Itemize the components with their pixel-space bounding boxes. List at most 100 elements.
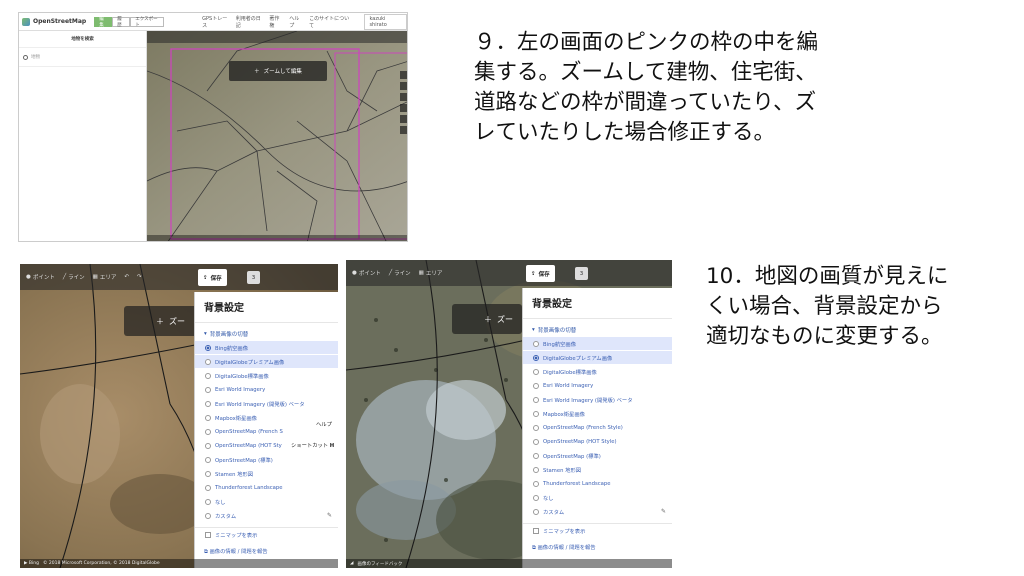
- background-option-osm-french[interactable]: OpenStreetMap (French Style): [523, 421, 672, 435]
- nav-diaries[interactable]: 利用者の日記: [236, 15, 264, 29]
- zoom-in-icon[interactable]: [400, 71, 407, 79]
- pencil-icon[interactable]: ✎: [661, 508, 666, 515]
- point-tool-label: ポイント: [358, 271, 381, 277]
- help-icon[interactable]: [400, 126, 407, 134]
- osm-sidebar: 地物を検索 地物: [19, 31, 147, 241]
- radio-icon: [533, 410, 539, 417]
- background-option-thunderforest[interactable]: Thunderforest Landscape: [523, 477, 672, 491]
- point-icon: ●: [352, 270, 357, 276]
- background-option-none[interactable]: なし: [195, 495, 338, 509]
- option-label: なし: [543, 495, 554, 502]
- option-label: Esri World Imagery (開発版) ベータ: [215, 401, 305, 408]
- background-option-osm-standard[interactable]: OpenStreetMap (標準): [195, 453, 338, 467]
- minimap-toggle[interactable]: ミニマップを表示: [195, 527, 338, 541]
- radio-icon: [205, 386, 211, 393]
- checkbox-icon: [533, 527, 539, 534]
- nav-about[interactable]: このサイトについて: [309, 15, 350, 29]
- background-option-thunderforest[interactable]: Thunderforest Landscape: [195, 481, 338, 495]
- radio-icon: [533, 368, 539, 375]
- background-icon[interactable]: [400, 104, 407, 112]
- background-option-esri[interactable]: Esri World Imagery: [523, 379, 672, 393]
- undo-button[interactable]: ↶: [124, 274, 129, 280]
- pencil-icon[interactable]: ✎: [327, 512, 332, 519]
- nav-help[interactable]: ヘルプ: [289, 15, 303, 29]
- point-tool-label: ポイント: [32, 275, 55, 281]
- background-option-osm-hot[interactable]: OpenStreetMap (HOT Style): [523, 435, 672, 449]
- background-option-osm-standard[interactable]: OpenStreetMap (標準): [523, 449, 672, 463]
- step-9-caption: ９．左の画面のピンクの枠の中を編 集する。ズームして建物、住宅街、 道路などの枠…: [474, 28, 818, 148]
- background-option-esri-beta[interactable]: Esri World Imagery (開発版) ベータ: [523, 393, 672, 407]
- radio-icon: [533, 354, 539, 361]
- shortcut-label: ショートカット: [291, 443, 329, 449]
- radio-icon: [205, 372, 211, 379]
- background-option-custom[interactable]: カスタム ✎: [195, 509, 338, 523]
- background-option-none[interactable]: なし: [523, 491, 672, 505]
- background-option-custom[interactable]: カスタム ✎: [523, 505, 672, 519]
- zoom-to-edit-banner[interactable]: ＋ ズー: [452, 304, 522, 334]
- history-button[interactable]: 履歴: [112, 16, 131, 28]
- option-label: OpenStreetMap (標準): [543, 453, 601, 460]
- attribution-bar-top: [147, 235, 407, 241]
- option-label: DigitalGlobe標準画像: [215, 373, 269, 380]
- background-option-bing[interactable]: Bing航空画像: [523, 337, 672, 351]
- geolocate-icon[interactable]: [400, 93, 407, 101]
- background-section-toggle[interactable]: ▾ 背景画像の切替: [523, 319, 672, 337]
- add-area-tool[interactable]: ▦ エリア: [93, 273, 117, 281]
- radio-icon: [205, 428, 211, 435]
- help-tooltip: ヘルプ: [316, 422, 332, 428]
- edit-button[interactable]: 編集: [94, 16, 113, 28]
- option-label: Bing航空画像: [543, 341, 577, 348]
- report-imagery-link[interactable]: ⧉ 画像の情報 / 問題を報告: [523, 537, 672, 558]
- add-point-tool[interactable]: ● ポイント: [352, 269, 381, 277]
- save-button[interactable]: ⇪ 保存: [198, 269, 227, 286]
- background-option-dg-premium[interactable]: DigitalGlobeプレミアム画像: [523, 351, 672, 365]
- option-label: Thunderforest Landscape: [543, 480, 611, 487]
- add-line-tool[interactable]: ╱ ライン: [389, 269, 411, 277]
- background-section-toggle[interactable]: ▾ 背景画像の切替: [195, 323, 338, 341]
- step-10-caption: 10．地図の画質が見えに くい場合、背景設定から 適切なものに変更する。: [706, 262, 948, 352]
- radio-icon: [205, 470, 211, 477]
- osm-mode-buttons: 編集 履歴 エクスポート: [94, 16, 165, 28]
- save-button[interactable]: ⇪ 保存: [526, 265, 555, 282]
- nav-gps-traces[interactable]: GPSトレース: [202, 15, 230, 29]
- user-menu[interactable]: kazuki shirato: [364, 13, 407, 30]
- background-option-dg-standard[interactable]: DigitalGlobe標準画像: [523, 365, 672, 379]
- feature-search-input[interactable]: 地物: [19, 48, 146, 67]
- zoom-to-edit-banner[interactable]: ＋ ズームして編集: [229, 61, 327, 81]
- zoom-to-edit-banner[interactable]: ＋ ズー: [124, 306, 198, 336]
- redo-button[interactable]: ↷: [137, 274, 142, 280]
- plus-icon: ＋: [254, 69, 260, 75]
- add-area-tool[interactable]: ▦ エリア: [419, 269, 443, 277]
- radio-icon: [205, 512, 211, 519]
- search-placeholder: 地物: [31, 55, 40, 60]
- background-option-dg-premium[interactable]: DigitalGlobeプレミアム画像: [195, 355, 338, 369]
- zoom-banner-label: ズー: [169, 316, 185, 326]
- bing-logo-icon: ▶ Bing: [24, 561, 39, 566]
- zoom-out-icon[interactable]: [400, 82, 407, 90]
- edit-toolbar-left: ● ポイント ╱ ライン ▦ エリア ↶ ↷: [20, 264, 338, 290]
- add-line-tool[interactable]: ╱ ライン: [63, 273, 85, 281]
- background-option-mapbox[interactable]: Mapbox衛星画像: [523, 407, 672, 421]
- osm-logo[interactable]: OpenStreetMap: [22, 17, 86, 26]
- background-settings-panel: 背景設定 ▾ 背景画像の切替 Bing航空画像 DigitalGlobeプレミア…: [522, 288, 672, 568]
- background-option-stamen[interactable]: Stamen 地形図: [195, 467, 338, 481]
- shortcut-key: H: [329, 443, 335, 449]
- map-view-top[interactable]: ＋ ズームして編集: [147, 31, 407, 241]
- background-settings-screenshot-left: ● ポイント ╱ ライン ▦ エリア ↶ ↷ ⇪ 保存 3 ＋ ズー 背景設定 ▾ 背…: [20, 264, 338, 568]
- add-point-tool[interactable]: ● ポイント: [26, 273, 55, 281]
- panel-title: 背景設定: [195, 292, 338, 323]
- background-option-esri[interactable]: Esri World Imagery: [195, 383, 338, 397]
- background-option-esri-beta[interactable]: Esri World Imagery (開発版) ベータ: [195, 397, 338, 411]
- osm-screenshot-top: OpenStreetMap 編集 履歴 エクスポート GPSトレース 利用者の日…: [18, 12, 408, 242]
- radio-icon: [205, 456, 211, 463]
- background-option-stamen[interactable]: Stamen 地形図: [523, 463, 672, 477]
- export-button[interactable]: エクスポート: [130, 16, 165, 28]
- option-label: Esri World Imagery: [543, 382, 594, 389]
- map-controls: [400, 71, 407, 134]
- caption-line: ９．左の画面のピンクの枠の中を編: [474, 30, 819, 55]
- nav-copyright[interactable]: 著作権: [269, 15, 283, 29]
- background-option-bing[interactable]: Bing航空画像: [195, 341, 338, 355]
- minimap-toggle[interactable]: ミニマップを表示: [523, 523, 672, 537]
- map-data-icon[interactable]: [400, 115, 407, 123]
- background-option-dg-standard[interactable]: DigitalGlobe標準画像: [195, 369, 338, 383]
